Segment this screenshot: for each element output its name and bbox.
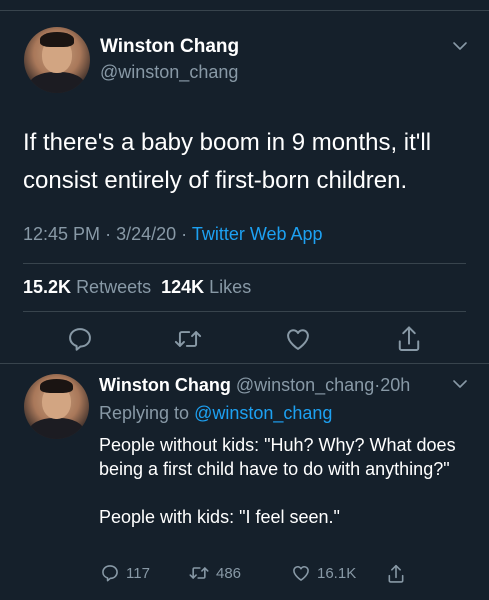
likes-label: Likes bbox=[209, 277, 252, 297]
like-button[interactable] bbox=[284, 325, 312, 353]
reply-like-count: 16.1K bbox=[317, 564, 357, 582]
top-divider bbox=[0, 10, 489, 11]
retweet-icon bbox=[189, 567, 209, 579]
reply-like-button[interactable]: 16.1K bbox=[291, 563, 356, 583]
retweet-icon bbox=[174, 331, 202, 347]
divider bbox=[0, 363, 489, 364]
divider bbox=[23, 311, 466, 312]
reply-author-avatar[interactable] bbox=[24, 374, 89, 439]
reply-retweet-count: 486 bbox=[216, 564, 242, 582]
reply-paragraph: People without kids: "Huh? Why? What doe… bbox=[99, 435, 456, 479]
author-handle[interactable]: @winston_chang bbox=[100, 62, 238, 83]
tweet-thread: Winston Chang @winston_chang If there's … bbox=[0, 0, 489, 600]
share-icon bbox=[388, 564, 404, 583]
author-name[interactable]: Winston Chang bbox=[100, 36, 239, 58]
chevron-down-icon[interactable] bbox=[452, 38, 468, 59]
retweets-count: 15.2K bbox=[23, 277, 72, 297]
tweet-source[interactable]: Twitter Web App bbox=[192, 224, 323, 244]
retweet-button[interactable] bbox=[173, 325, 203, 353]
meta-separator: · bbox=[105, 224, 112, 244]
reply-retweet-button[interactable]: 486 bbox=[188, 563, 241, 583]
reply-count: 117 bbox=[126, 564, 150, 582]
chevron-down-icon[interactable] bbox=[452, 376, 468, 397]
reply-share-button[interactable] bbox=[386, 563, 406, 585]
replying-prefix: Replying to bbox=[99, 403, 190, 423]
reply-text: People without kids: "Huh? Why? What doe… bbox=[99, 433, 469, 529]
tweet-text: If there's a baby boom in 9 months, it'l… bbox=[23, 129, 432, 194]
tweet-meta: 12:45 PM · 3/24/20 · Twitter Web App bbox=[23, 224, 323, 245]
reply-author-handle[interactable]: @winston_chang bbox=[236, 375, 374, 395]
author-avatar[interactable] bbox=[24, 27, 90, 93]
replying-mention[interactable]: @winston_chang bbox=[194, 403, 332, 423]
share-icon bbox=[398, 326, 420, 351]
retweets-label: Retweets bbox=[76, 277, 152, 297]
likes-count: 124K bbox=[161, 277, 205, 297]
reply-paragraph: People with kids: "I feel seen." bbox=[99, 507, 340, 527]
share-button[interactable] bbox=[395, 324, 423, 354]
heart-icon bbox=[293, 565, 309, 581]
reply-button[interactable] bbox=[66, 325, 94, 353]
reply-icon bbox=[102, 565, 118, 582]
reply-reply-button[interactable]: 117 bbox=[100, 563, 150, 583]
heart-icon bbox=[287, 329, 309, 350]
reply-age[interactable]: 20h bbox=[380, 375, 410, 395]
tweet-date[interactable]: 3/24/20 bbox=[116, 224, 176, 244]
reply-author-name[interactable]: Winston Chang bbox=[99, 375, 231, 395]
retweets-stat[interactable]: 15.2K Retweets bbox=[23, 277, 151, 297]
meta-separator: · bbox=[181, 224, 188, 244]
tweet-stats: 15.2K Retweets 124K Likes bbox=[23, 277, 251, 298]
replying-to: Replying to @winston_chang bbox=[99, 403, 332, 424]
reply-icon bbox=[69, 328, 91, 351]
reply-header: Winston Chang @winston_chang·20h bbox=[99, 375, 410, 396]
likes-stat[interactable]: 124K Likes bbox=[161, 277, 251, 297]
divider bbox=[23, 263, 466, 264]
tweet-time[interactable]: 12:45 PM bbox=[23, 224, 100, 244]
